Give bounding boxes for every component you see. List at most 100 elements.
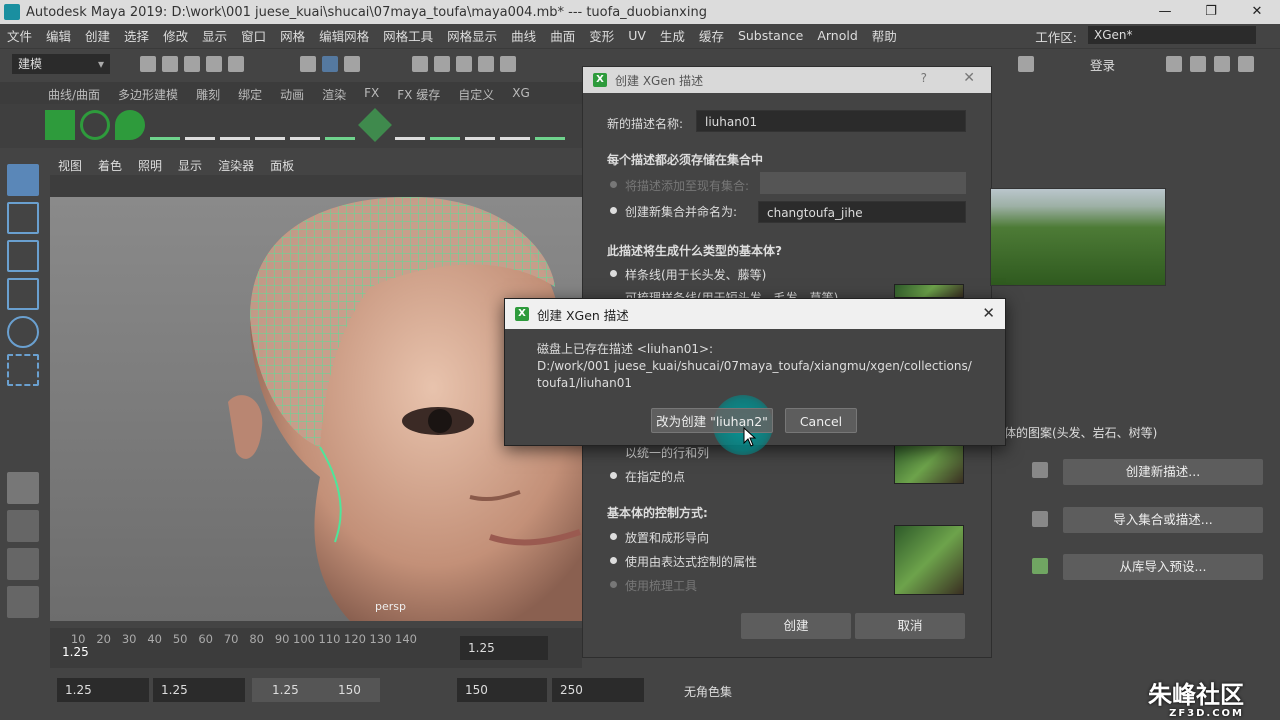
menu-edit-mesh[interactable]: 编辑网格 <box>312 26 376 45</box>
channel-box-icon[interactable] <box>1238 56 1254 72</box>
xgen-window-icon[interactable] <box>45 110 75 140</box>
menu-create[interactable]: 创建 <box>78 26 117 45</box>
workspace-select[interactable]: XGen* <box>1088 26 1256 44</box>
shelf-tab-anim[interactable]: 动画 <box>271 82 313 104</box>
menu-display[interactable]: 显示 <box>195 26 234 45</box>
xgen-remove-icon[interactable] <box>500 110 530 140</box>
xgen-lock-icon[interactable] <box>290 110 320 140</box>
vp-menu-view[interactable]: 视图 <box>50 155 90 175</box>
start-time-field[interactable]: 1.25 <box>57 678 149 702</box>
menu-mesh-display[interactable]: 网格显示 <box>440 26 504 45</box>
save-scene-icon[interactable] <box>184 56 200 72</box>
pause-icon[interactable] <box>1018 56 1034 72</box>
xgen-grass-icon[interactable] <box>325 110 355 140</box>
shelf-tab-custom[interactable]: 自定义 <box>449 82 503 104</box>
vp-menu-show[interactable]: 显示 <box>170 155 210 175</box>
select-tool-icon[interactable] <box>7 164 39 196</box>
xgen-sculpt-icon[interactable] <box>255 110 285 140</box>
anim-end-field[interactable]: 250 <box>552 678 644 702</box>
menu-edit[interactable]: 编辑 <box>39 26 78 45</box>
shelf-tab-fx-cache[interactable]: FX 缓存 <box>388 82 449 104</box>
vp-menu-panels[interactable]: 面板 <box>262 155 302 175</box>
shelf-tab-poly[interactable]: 多边形建模 <box>109 82 187 104</box>
shelf-tab-curves[interactable]: 曲线/曲面 <box>0 82 109 104</box>
menu-surfaces[interactable]: 曲面 <box>543 26 582 45</box>
menu-mesh-tools[interactable]: 网格工具 <box>376 26 440 45</box>
restore-button[interactable]: ❐ <box>1188 0 1234 24</box>
xgen-leaf-icon[interactable] <box>115 110 145 140</box>
rotate-tool-icon[interactable] <box>7 316 39 348</box>
xgen-dialog-close-button[interactable]: ✕ <box>963 70 975 86</box>
scale-tool-icon[interactable] <box>7 354 39 386</box>
redo-icon[interactable] <box>228 56 244 72</box>
menu-modify[interactable]: 修改 <box>156 26 195 45</box>
modal-close-button[interactable]: ✕ <box>982 304 995 322</box>
new-scene-icon[interactable] <box>140 56 156 72</box>
vp-menu-shading[interactable]: 着色 <box>90 155 130 175</box>
menu-deform[interactable]: 变形 <box>582 26 621 45</box>
select-hierarchy-icon[interactable] <box>300 56 316 72</box>
description-name-input[interactable]: liuhan01 <box>696 110 966 132</box>
xgen-scale-icon[interactable] <box>395 110 425 140</box>
end-time-field[interactable]: 150 <box>457 678 547 702</box>
minimize-button[interactable]: — <box>1142 0 1188 24</box>
character-set-select[interactable]: 无角色集 <box>684 683 732 700</box>
current-time-field[interactable]: 1.25 <box>460 636 548 660</box>
create-button[interactable]: 创建 <box>741 613 851 639</box>
shelf-tab-fx[interactable]: FX <box>355 82 388 104</box>
xgen-density-icon[interactable] <box>430 110 460 140</box>
menuset-select[interactable]: 建模 <box>12 54 110 74</box>
menu-help[interactable]: 帮助 <box>865 26 904 45</box>
scene-view[interactable]: persp <box>50 197 582 621</box>
vp-menu-lighting[interactable]: 照明 <box>130 155 170 175</box>
grooming-radio[interactable] <box>610 581 617 588</box>
menu-mesh[interactable]: 网格 <box>273 26 312 45</box>
four-view-icon[interactable] <box>7 510 39 542</box>
shelf-tab-rig[interactable]: 绑定 <box>229 82 271 104</box>
snap-surface-icon[interactable] <box>500 56 516 72</box>
lasso-tool-icon[interactable] <box>7 202 39 234</box>
paint-select-icon[interactable] <box>7 240 39 272</box>
menu-cache[interactable]: 缓存 <box>692 26 731 45</box>
import-preset-button[interactable]: 从库导入预设... <box>1063 554 1263 580</box>
select-component-icon[interactable] <box>344 56 360 72</box>
at-points-radio[interactable] <box>610 472 617 479</box>
undo-icon[interactable] <box>206 56 222 72</box>
modal-cancel-button[interactable]: Cancel <box>785 408 857 433</box>
shelf-tab-render[interactable]: 渲染 <box>313 82 355 104</box>
help-button[interactable]: ? <box>921 71 927 85</box>
shelf-tab-xgen[interactable]: XG <box>503 82 539 104</box>
single-view-icon[interactable] <box>7 472 39 504</box>
xgen-eye-icon[interactable] <box>80 110 110 140</box>
login-button[interactable]: 登录 <box>1090 55 1115 74</box>
attribute-editor-icon[interactable] <box>1190 56 1206 72</box>
menu-select[interactable]: 选择 <box>117 26 156 45</box>
menu-generate[interactable]: 生成 <box>653 26 692 45</box>
xgen-layer-icon[interactable] <box>358 108 392 142</box>
anim-start-field[interactable]: 1.25 <box>153 678 245 702</box>
menu-windows[interactable]: 窗口 <box>234 26 273 45</box>
close-window-button[interactable]: ✕ <box>1234 0 1280 24</box>
menu-file[interactable]: 文件 <box>0 26 39 45</box>
range-slider[interactable]: 1.25 150 <box>252 678 380 702</box>
viewport-panel[interactable]: 视图 着色 照明 显示 渲染器 面板 persp <box>50 155 582 621</box>
xgen-add-guide-icon[interactable] <box>185 110 215 140</box>
shelf-tab-sculpt[interactable]: 雕刻 <box>187 82 229 104</box>
spline-radio[interactable] <box>610 270 617 277</box>
expressions-radio[interactable] <box>610 557 617 564</box>
two-view-icon[interactable] <box>7 548 39 580</box>
import-collection-button[interactable]: 导入集合或描述... <box>1063 507 1263 533</box>
vp-menu-renderer[interactable]: 渲染器 <box>210 155 262 175</box>
select-object-icon[interactable] <box>322 56 338 72</box>
placement-radio[interactable] <box>610 533 617 540</box>
snap-view-icon[interactable] <box>478 56 494 72</box>
outliner-icon[interactable] <box>7 586 39 618</box>
snap-curve-icon[interactable] <box>434 56 450 72</box>
menu-arnold[interactable]: Arnold <box>810 28 864 43</box>
menu-uv[interactable]: UV <box>621 28 653 43</box>
cancel-button[interactable]: 取消 <box>855 613 965 639</box>
menu-curves[interactable]: 曲线 <box>504 26 543 45</box>
xgen-cut-icon[interactable] <box>465 110 495 140</box>
move-tool-icon[interactable] <box>7 278 39 310</box>
xgen-export-icon[interactable] <box>535 110 565 140</box>
